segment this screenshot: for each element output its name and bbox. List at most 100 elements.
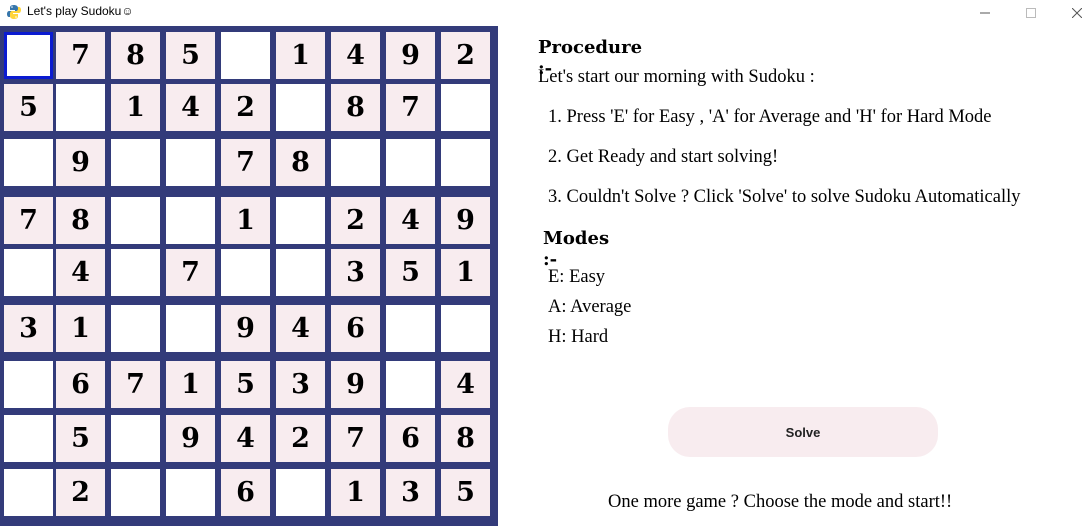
mode-average: A: Average	[548, 297, 632, 317]
sudoku-cell-r4c8[interactable]: 4	[386, 197, 435, 244]
step-3: 3. Couldn't Solve ? Click 'Solve' to sol…	[548, 187, 1021, 207]
sudoku-cell-r6c6[interactable]: 4	[276, 305, 325, 352]
sudoku-cell-r9c1[interactable]	[4, 469, 53, 516]
sudoku-cell-r9c7[interactable]: 1	[331, 469, 380, 516]
sudoku-cell-r3c7[interactable]	[331, 139, 380, 186]
sudoku-cell-r3c9[interactable]	[441, 139, 490, 186]
window-title: Let's play Sudoku☺	[27, 4, 134, 18]
sudoku-cell-r1c2[interactable]: 7	[56, 32, 105, 79]
sudoku-cell-r8c2[interactable]: 5	[56, 415, 105, 462]
sudoku-cell-r3c8[interactable]	[386, 139, 435, 186]
sudoku-cell-r4c1[interactable]: 7	[4, 197, 53, 244]
sudoku-cell-r2c6[interactable]	[276, 84, 325, 131]
sudoku-board: 7851492514287978781249473513194667153945…	[0, 26, 498, 526]
sudoku-cell-r7c4[interactable]: 1	[166, 361, 215, 408]
sudoku-cell-r7c7[interactable]: 9	[331, 361, 380, 408]
sudoku-cell-r8c6[interactable]: 2	[276, 415, 325, 462]
sudoku-cell-r8c9[interactable]: 8	[441, 415, 490, 462]
mode-easy: E: Easy	[548, 267, 606, 287]
intro-text: Let's start our morning with Sudoku :	[538, 67, 815, 87]
sudoku-cell-r2c9[interactable]	[441, 84, 490, 131]
sudoku-cell-r5c5[interactable]	[221, 249, 270, 296]
title-bar: Let's play Sudoku☺	[0, 0, 1092, 26]
sudoku-cell-r2c2[interactable]	[56, 84, 105, 131]
sudoku-cell-r2c1[interactable]: 5	[4, 84, 53, 131]
minimize-button[interactable]	[962, 0, 1008, 26]
sudoku-cell-r4c7[interactable]: 2	[331, 197, 380, 244]
sudoku-cell-r1c8[interactable]: 9	[386, 32, 435, 79]
sudoku-cell-r7c9[interactable]: 4	[441, 361, 490, 408]
sudoku-cell-r4c5[interactable]: 1	[221, 197, 270, 244]
sudoku-cell-r3c4[interactable]	[166, 139, 215, 186]
sudoku-cell-r6c7[interactable]: 6	[331, 305, 380, 352]
sudoku-cell-r3c2[interactable]: 9	[56, 139, 105, 186]
sudoku-cell-r9c8[interactable]: 3	[386, 469, 435, 516]
sudoku-cell-r1c4[interactable]: 5	[166, 32, 215, 79]
sudoku-cell-r9c2[interactable]: 2	[56, 469, 105, 516]
sudoku-cell-r8c8[interactable]: 6	[386, 415, 435, 462]
sudoku-cell-r7c1[interactable]	[4, 361, 53, 408]
sudoku-cell-r5c8[interactable]: 5	[386, 249, 435, 296]
sudoku-cell-r3c6[interactable]: 8	[276, 139, 325, 186]
sudoku-cell-r4c2[interactable]: 8	[56, 197, 105, 244]
sudoku-cell-r3c3[interactable]	[111, 139, 160, 186]
sudoku-cell-r9c6[interactable]	[276, 469, 325, 516]
sudoku-cell-r6c3[interactable]	[111, 305, 160, 352]
sudoku-cell-r5c7[interactable]: 3	[331, 249, 380, 296]
sudoku-cell-r2c7[interactable]: 8	[331, 84, 380, 131]
sudoku-cell-r3c5[interactable]: 7	[221, 139, 270, 186]
sudoku-cell-r8c3[interactable]	[111, 415, 160, 462]
close-icon	[1072, 8, 1082, 18]
sudoku-cell-r6c4[interactable]	[166, 305, 215, 352]
modes-heading: Modes :-	[543, 228, 610, 270]
sudoku-cell-r5c2[interactable]: 4	[56, 249, 105, 296]
sudoku-cell-r5c6[interactable]	[276, 249, 325, 296]
sudoku-cell-r9c5[interactable]: 6	[221, 469, 270, 516]
sudoku-cell-r1c6[interactable]: 1	[276, 32, 325, 79]
sudoku-cell-r7c6[interactable]: 3	[276, 361, 325, 408]
close-button[interactable]	[1054, 0, 1092, 26]
sudoku-cell-r9c4[interactable]	[166, 469, 215, 516]
sudoku-cell-r6c2[interactable]: 1	[56, 305, 105, 352]
sudoku-cell-r4c4[interactable]	[166, 197, 215, 244]
solve-button[interactable]: Solve	[668, 407, 938, 457]
sudoku-cell-r7c3[interactable]: 7	[111, 361, 160, 408]
sudoku-cell-r6c5[interactable]: 9	[221, 305, 270, 352]
maximize-icon	[1026, 8, 1036, 18]
sudoku-cell-r1c9[interactable]: 2	[441, 32, 490, 79]
sudoku-cell-r6c9[interactable]	[441, 305, 490, 352]
sudoku-cell-r6c1[interactable]: 3	[4, 305, 53, 352]
sudoku-cell-r5c1[interactable]	[4, 249, 53, 296]
sudoku-cell-r2c8[interactable]: 7	[386, 84, 435, 131]
step-1: 1. Press 'E' for Easy , 'A' for Average …	[548, 107, 992, 127]
python-snake-icon	[7, 5, 21, 19]
sudoku-cell-r9c9[interactable]: 5	[441, 469, 490, 516]
sudoku-cell-r4c9[interactable]: 9	[441, 197, 490, 244]
sudoku-cell-r8c1[interactable]	[4, 415, 53, 462]
sudoku-cell-r7c2[interactable]: 6	[56, 361, 105, 408]
sudoku-cell-r5c4[interactable]: 7	[166, 249, 215, 296]
sudoku-cell-r5c3[interactable]	[111, 249, 160, 296]
sudoku-cell-r4c3[interactable]	[111, 197, 160, 244]
sudoku-cell-r7c5[interactable]: 5	[221, 361, 270, 408]
sudoku-cell-r2c3[interactable]: 1	[111, 84, 160, 131]
sudoku-cell-r2c4[interactable]: 4	[166, 84, 215, 131]
maximize-button[interactable]	[1008, 0, 1054, 26]
sudoku-cell-r8c7[interactable]: 7	[331, 415, 380, 462]
sudoku-cell-r8c5[interactable]: 4	[221, 415, 270, 462]
sudoku-cell-r9c3[interactable]	[111, 469, 160, 516]
sudoku-cell-r4c6[interactable]	[276, 197, 325, 244]
sudoku-cell-r2c5[interactable]: 2	[221, 84, 270, 131]
sudoku-cell-r7c8[interactable]	[386, 361, 435, 408]
mode-hard: H: Hard	[548, 327, 609, 347]
sudoku-cell-r1c7[interactable]: 4	[331, 32, 380, 79]
footer-message: One more game ? Choose the mode and star…	[608, 492, 953, 512]
sudoku-cell-r1c5[interactable]	[221, 32, 270, 79]
sudoku-cell-r5c9[interactable]: 1	[441, 249, 490, 296]
sudoku-cell-r1c3[interactable]: 8	[111, 32, 160, 79]
sudoku-cell-r6c8[interactable]	[386, 305, 435, 352]
sudoku-cell-r3c1[interactable]	[4, 139, 53, 186]
sudoku-cell-r1c1[interactable]	[4, 32, 53, 79]
sudoku-cell-r8c4[interactable]: 9	[166, 415, 215, 462]
minimize-icon	[980, 12, 990, 14]
